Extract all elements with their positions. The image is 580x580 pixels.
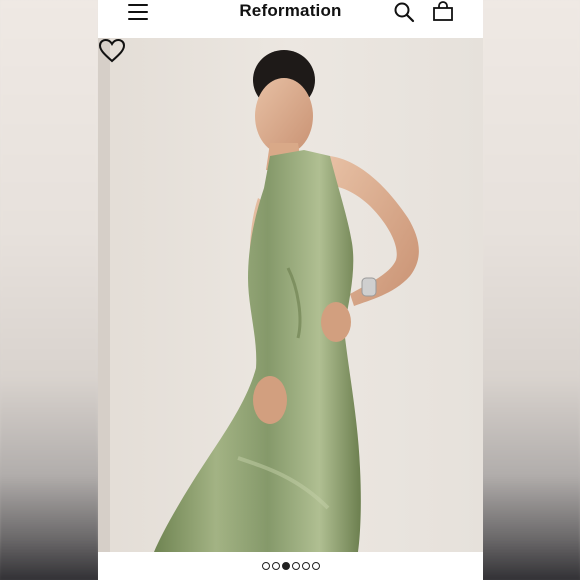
carousel-dot[interactable] (261, 562, 270, 570)
silver-bracelet (361, 277, 377, 297)
carousel-dot[interactable] (301, 562, 310, 570)
carousel-dot[interactable] (281, 562, 290, 570)
carousel-dot[interactable] (291, 562, 300, 570)
carousel-pagination (98, 552, 483, 580)
green-satin-dress (154, 150, 361, 552)
heart-outline-icon[interactable] (98, 38, 126, 64)
carousel-dot[interactable] (271, 562, 280, 570)
product-image[interactable] (98, 38, 483, 552)
right-hand (321, 302, 351, 342)
search-icon[interactable] (393, 1, 415, 23)
shopping-bag-icon[interactable] (432, 1, 454, 23)
background-left-blur (0, 0, 98, 580)
site-header: Reformation (98, 0, 483, 38)
left-hand (253, 376, 287, 424)
model-illustration (98, 38, 419, 552)
background-right-blur (482, 0, 580, 580)
carousel-dot[interactable] (311, 562, 320, 570)
brand-logo[interactable]: Reformation (98, 1, 483, 21)
mobile-screen: Reformation (98, 0, 483, 580)
face (255, 78, 313, 154)
backdrop-edge (98, 38, 110, 552)
